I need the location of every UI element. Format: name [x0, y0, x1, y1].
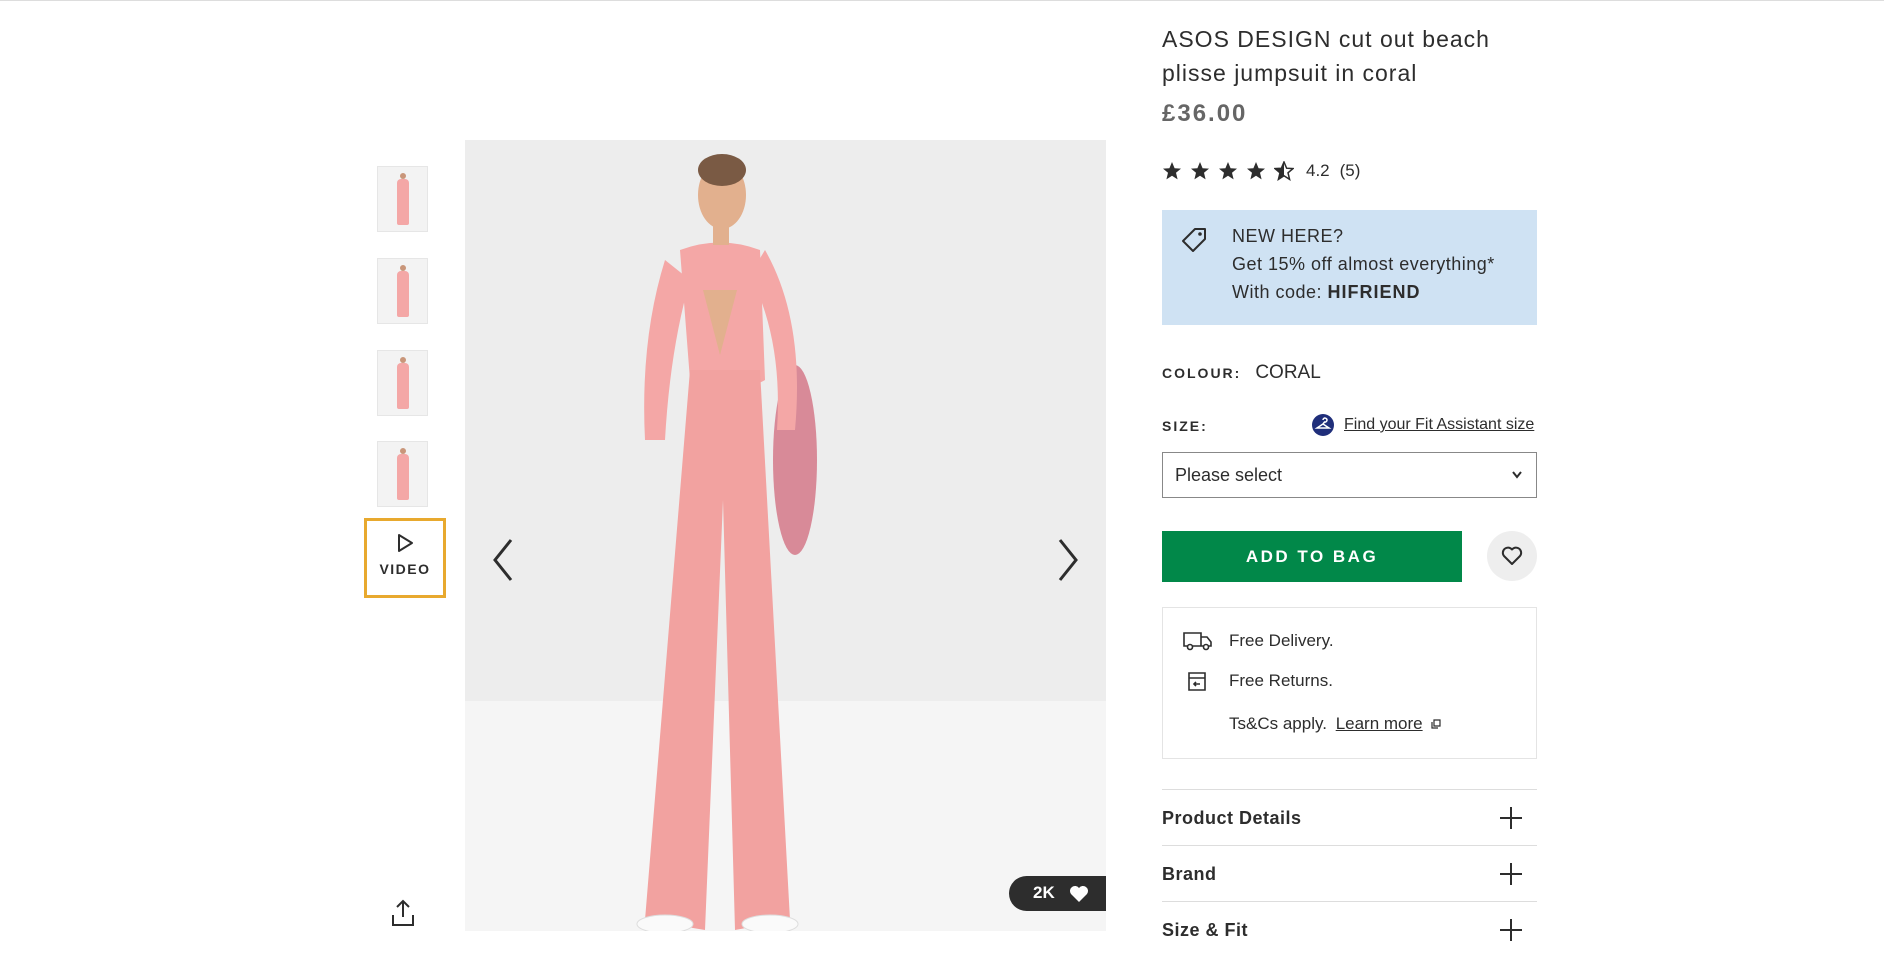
promo-code-line: With code: HIFRIEND [1232, 278, 1537, 306]
returns-box-icon [1188, 672, 1206, 691]
product-title: ASOS DESIGN cut out beach plisse jumpsui… [1162, 26, 1490, 86]
share-icon[interactable] [390, 898, 416, 928]
next-image-arrow-icon[interactable] [1048, 530, 1088, 590]
thumbnail-2[interactable] [377, 258, 428, 324]
heart-outline-icon [1501, 546, 1523, 565]
accordion-brand[interactable]: Brand [1162, 845, 1537, 902]
product-rating[interactable]: 4.2 (5) [1162, 160, 1360, 182]
accordion-product-details[interactable]: Product Details [1162, 789, 1537, 846]
fit-assistant-link[interactable]: Find your Fit Assistant size [1312, 414, 1534, 436]
add-to-bag-button[interactable]: ADD TO BAG [1162, 531, 1462, 582]
price-tag-icon [1182, 228, 1206, 252]
colour-label: COLOUR: [1162, 365, 1242, 381]
plus-icon [1500, 863, 1522, 885]
size-label: SIZE: [1162, 418, 1208, 434]
saves-count: 2K [1033, 883, 1055, 902]
star-filled-icon [1163, 162, 1181, 180]
fit-assistant-text: Find your Fit Assistant size [1344, 416, 1535, 433]
product-price: £36.00 [1162, 100, 1248, 127]
free-delivery-text: Free Delivery. [1229, 631, 1334, 650]
play-icon [398, 534, 413, 552]
save-to-wishlist-button[interactable] [1487, 531, 1537, 581]
colour-value: CORAL [1255, 362, 1321, 383]
star-filled-icon [1191, 162, 1209, 180]
rating-count: (5) [1339, 161, 1361, 180]
star-filled-icon [1219, 162, 1237, 180]
free-returns-text: Free Returns. [1229, 671, 1333, 690]
thumbnail-3[interactable] [377, 350, 428, 416]
heart-filled-icon [1070, 886, 1088, 902]
learn-more-link[interactable]: Learn more [1336, 714, 1423, 733]
main-product-image [465, 140, 1106, 931]
star-filled-icon [1247, 162, 1265, 180]
free-delivery-row: Free Delivery. [1183, 630, 1334, 652]
thumbnail-4[interactable] [377, 441, 428, 507]
accordion-label: Product Details [1162, 808, 1302, 828]
external-link-icon [1431, 719, 1441, 729]
rating-value: 4.2 [1306, 161, 1330, 180]
model-illustration [636, 154, 817, 931]
size-dropdown[interactable]: Please select [1162, 452, 1537, 498]
saves-count-badge: 2K [1009, 876, 1106, 911]
top-divider [0, 0, 1884, 1]
delivery-info-box: Free Delivery. Free Returns. Ts&Cs apply… [1162, 607, 1537, 759]
hanger-icon [1312, 414, 1334, 436]
star-half-icon [1274, 161, 1294, 181]
delivery-truck-icon [1183, 632, 1212, 651]
terms-line: Ts&Cs apply. Learn more [1229, 714, 1441, 734]
size-selected-value: Please select [1175, 465, 1283, 485]
accordion-size-fit[interactable]: Size & Fit [1162, 901, 1537, 958]
colour-row: COLOUR: CORAL [1162, 362, 1321, 384]
chevron-down-icon [1512, 471, 1522, 479]
video-label: VIDEO [379, 561, 431, 577]
new-customer-promo: NEW HERE? Get 15% off almost everything*… [1162, 210, 1537, 325]
plus-icon [1500, 919, 1522, 941]
promo-code-prefix: With code: [1232, 282, 1328, 302]
terms-text: Ts&Cs apply. [1229, 714, 1327, 733]
promo-code: HIFRIEND [1327, 282, 1421, 302]
video-thumbnail[interactable]: VIDEO [364, 518, 446, 598]
previous-image-arrow-icon[interactable] [483, 530, 523, 590]
thumbnail-1[interactable] [377, 166, 428, 232]
plus-icon [1500, 807, 1522, 829]
accordion-label: Brand [1162, 864, 1217, 884]
free-returns-row: Free Returns. [1183, 670, 1333, 692]
promo-heading: NEW HERE? [1232, 226, 1344, 246]
promo-offer: Get 15% off almost everything* [1232, 254, 1495, 274]
